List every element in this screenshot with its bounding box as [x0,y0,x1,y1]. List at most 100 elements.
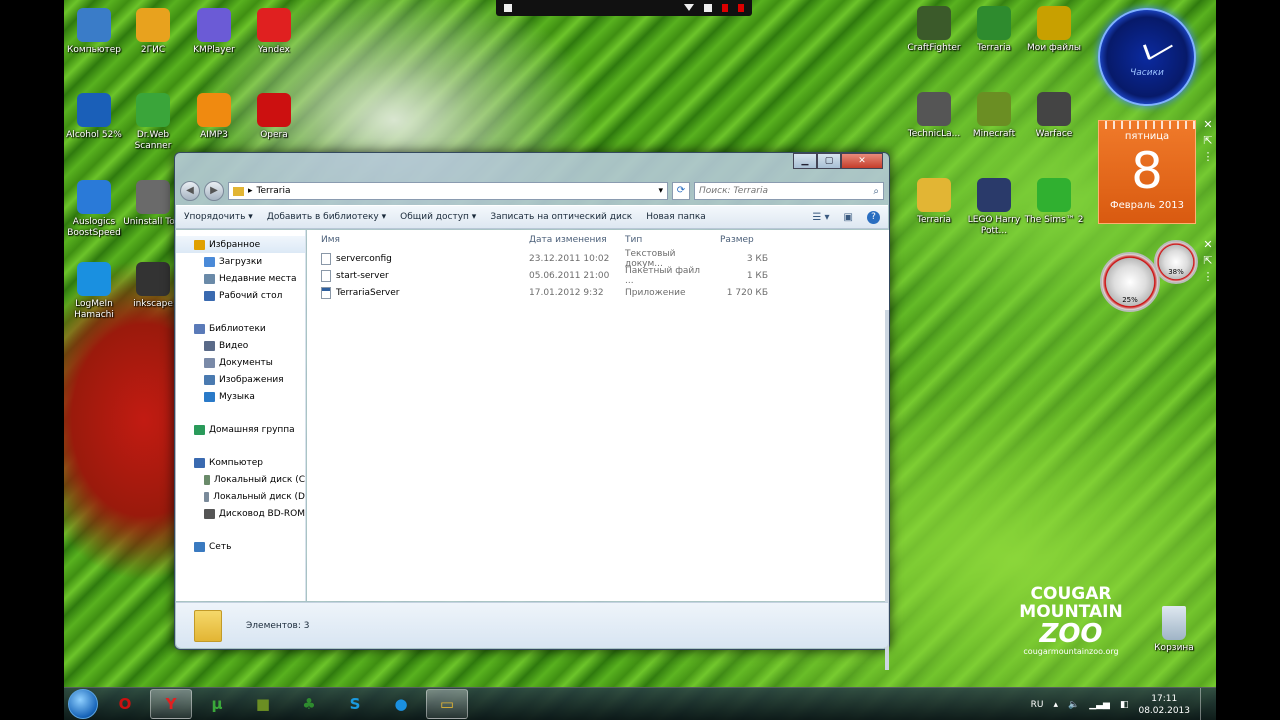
desktop-icon[interactable]: TechnicLa... [902,92,966,140]
new-folder-button[interactable]: Новая папка [646,212,706,222]
maximize-button[interactable]: ▢ [817,153,841,169]
forward-button[interactable]: ▶ [204,181,224,201]
column-name[interactable]: Имя [307,235,515,245]
taskbar-item[interactable]: ■ [242,689,284,719]
view-options-icon[interactable]: ☰ ▾ [812,212,829,223]
chevron-up-icon[interactable]: ▴ [1053,700,1058,710]
resize-icon[interactable]: ⇱ [1202,134,1214,148]
camera-icon[interactable] [704,4,712,12]
close-icon[interactable]: ✕ [1202,118,1214,132]
desktop-icon[interactable]: Terraria [902,178,966,226]
nav-item[interactable]: Загрузки [176,253,305,270]
desktop-icon[interactable]: Alcohol 52% [64,93,126,141]
nav-item[interactable]: Недавние места [176,270,305,287]
table-row[interactable]: start-server 05.06.2011 21:00 Пакетный фай… [307,266,889,286]
breadcrumb-chevron-icon[interactable]: ▸ [248,186,253,196]
desktop-icon[interactable]: Компьютер [64,8,126,56]
taskbar-item[interactable]: µ [196,689,238,719]
nav-item[interactable]: Избранное [176,236,305,253]
nav-item[interactable]: Локальный диск (C [176,471,305,488]
language-indicator[interactable]: RU [1031,700,1044,710]
play-icon[interactable] [684,4,694,11]
share-button[interactable]: Общий доступ ▾ [400,212,476,222]
desktop-icon[interactable]: LogMeIn Hamachi [64,262,126,321]
search-box[interactable]: ⌕ [694,182,884,200]
explorer-window[interactable]: ▁ ▢ ✕ ◀ ▶ ▸ Terraria ▾ ⟳ ⌕ Упорядочить ▾… [174,152,890,670]
file-list[interactable]: Имя Дата изменения Тип Размер serverconf… [307,230,889,670]
nav-item[interactable]: Видео [176,337,305,354]
nav-item[interactable]: Дисковод BD-ROM [176,505,305,522]
cpu-meter-gadget[interactable]: 25% [1100,252,1160,312]
file-name-cell[interactable]: serverconfig [307,252,515,265]
close-icon[interactable]: ✕ [1202,238,1214,252]
close-button[interactable]: ✕ [841,153,883,169]
desktop-icon[interactable]: Terraria [962,6,1026,54]
nav-item[interactable]: Домашняя группа [176,421,305,438]
desktop-icon[interactable]: Warface [1022,92,1086,140]
desktop-icon[interactable]: Dr.Web Scanner [121,93,185,152]
file-name-cell[interactable]: start-server [307,269,515,282]
search-icon[interactable]: ⌕ [873,186,879,197]
taskbar-clock[interactable]: 17:11 08.02.2013 [1138,693,1190,717]
nav-item[interactable]: Сеть [176,538,305,555]
start-button[interactable] [68,689,98,719]
minimize-button[interactable]: ▁ [793,153,817,169]
desktop[interactable]: Компьютер 2ГИС KMPlayer Yandex Alcohol 52% Dr… [64,0,1216,720]
table-row[interactable]: TerrariaServer 17.01.2012 9:32 Приложение 1… [307,284,889,301]
taskbar-item[interactable]: ▭ [426,689,468,719]
desktop-icon[interactable]: KMPlayer [182,8,246,56]
navigation-pane[interactable]: Избранное Загрузки Недавние места Рабочий с… [176,230,306,601]
desktop-icon[interactable]: Opera [242,93,306,141]
clock-gadget[interactable]: Часики [1098,8,1196,106]
desktop-icon[interactable]: Yandex [242,8,306,56]
window-mode-icon[interactable] [504,4,512,12]
desktop-icon[interactable]: LEGO Harry Pott... [962,178,1026,237]
column-date[interactable]: Дата изменения [515,235,611,245]
refresh-button[interactable]: ⟳ [672,182,690,200]
show-desktop-button[interactable] [1200,688,1210,720]
nav-item[interactable]: Музыка [176,388,305,405]
nav-item[interactable]: Локальный диск (D [176,488,305,505]
ram-meter-gadget[interactable]: 38% [1154,240,1198,284]
taskbar-item[interactable]: ♣ [288,689,330,719]
desktop-icon[interactable]: The Sims™ 2 [1022,178,1086,226]
desktop-icon[interactable]: 2ГИС [121,8,185,56]
column-type[interactable]: Тип [611,235,706,245]
file-name-cell[interactable]: TerrariaServer [307,286,515,299]
nav-item[interactable]: Рабочий стол [176,287,305,304]
pause-icon[interactable] [722,4,728,12]
desktop-icon-recycle-bin[interactable]: Корзина [1142,606,1206,654]
drag-handle-icon[interactable]: ⋮ [1202,150,1214,164]
network-signal-icon[interactable]: ▁▃▅ [1089,700,1110,710]
chevron-down-icon[interactable]: ▾ [658,186,663,196]
calendar-gadget[interactable]: пятница 8 Февраль 2013 [1098,120,1196,224]
taskbar-item[interactable]: S [334,689,376,719]
nav-item[interactable]: Библиотеки [176,320,305,337]
search-input[interactable] [699,186,874,196]
address-bar[interactable]: ▸ Terraria ▾ [228,182,668,200]
table-row[interactable]: serverconfig 23.12.2011 10:02 Текстовый до… [307,249,889,269]
resize-icon[interactable]: ⇱ [1202,254,1214,268]
desktop-icon[interactable]: Auslogics BoostSpeed [64,180,126,239]
drag-handle-icon[interactable]: ⋮ [1202,270,1214,284]
nav-item[interactable]: Документы [176,354,305,371]
nav-item[interactable]: Изображения [176,371,305,388]
column-size[interactable]: Размер [706,235,776,245]
taskbar-item[interactable]: ● [380,689,422,719]
nav-item[interactable]: Компьютер [176,454,305,471]
help-icon[interactable]: ? [867,210,880,224]
preview-pane-icon[interactable]: ▣ [844,212,853,223]
desktop-icon[interactable]: Мои файлы [1022,6,1086,54]
burn-disc-button[interactable]: Записать на оптический диск [490,212,632,222]
organize-button[interactable]: Упорядочить ▾ [184,212,253,222]
taskbar-item[interactable]: O [104,689,146,719]
taskbar-item[interactable]: Y [150,689,192,719]
breadcrumb-terraria[interactable]: Terraria [257,186,291,196]
stop-icon[interactable] [738,4,744,12]
back-button[interactable]: ◀ [180,181,200,201]
volume-icon[interactable]: 🔈 [1068,700,1079,710]
desktop-icon[interactable]: Minecraft [962,92,1026,140]
tray-app-icon[interactable]: ◧ [1120,700,1129,710]
add-to-library-button[interactable]: Добавить в библиотеку ▾ [267,212,386,222]
desktop-icon[interactable]: CraftFighter [902,6,966,54]
